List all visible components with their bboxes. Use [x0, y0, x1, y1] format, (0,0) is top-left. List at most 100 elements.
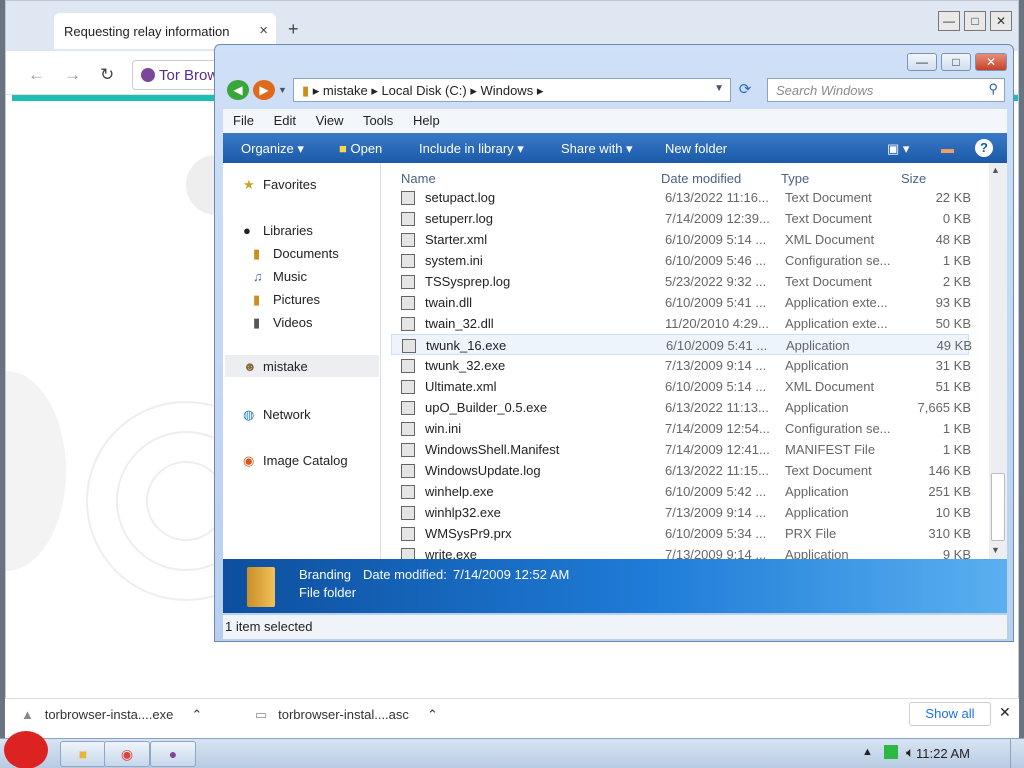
clock[interactable]: 11:22 AM: [916, 746, 970, 761]
back-icon[interactable]: ←: [28, 65, 45, 85]
taskbar-chrome[interactable]: ◉: [104, 741, 150, 767]
recent-pages-icon[interactable]: ▼: [278, 85, 287, 95]
column-date-modified[interactable]: Date modified: [661, 171, 741, 186]
scroll-up-icon[interactable]: ▲: [991, 165, 1000, 175]
column-size[interactable]: Size: [901, 171, 926, 186]
explorer-maximize-button[interactable]: □: [941, 53, 971, 71]
nav-pictures[interactable]: ▮ Pictures: [253, 292, 320, 308]
nav-music[interactable]: ♫ Music: [253, 269, 307, 284]
forward-icon[interactable]: →: [64, 65, 81, 85]
menu-tools[interactable]: Tools: [363, 113, 393, 128]
file-type: Application exte...: [785, 295, 888, 310]
new-tab-button[interactable]: +: [288, 19, 299, 40]
forward-arrow-icon[interactable]: ▶: [253, 80, 275, 100]
file-icon: [401, 296, 415, 310]
nav-network[interactable]: ◍ Network: [243, 407, 311, 423]
close-button[interactable]: ✕: [990, 11, 1012, 31]
table-row[interactable]: Starter.xml 6/10/2009 5:14 ... XML Documen…: [391, 229, 971, 250]
nav-videos[interactable]: ▮ Videos: [253, 315, 313, 331]
view-options-icon[interactable]: ▣ ▾: [887, 141, 909, 157]
help-icon[interactable]: ?: [975, 139, 993, 157]
menu-help[interactable]: Help: [413, 113, 440, 128]
taskbar-explorer[interactable]: ■: [60, 741, 106, 767]
table-row[interactable]: winhelp.exe 6/10/2009 5:42 ... Application…: [391, 481, 971, 502]
address-dropdown-icon[interactable]: ▼: [714, 83, 724, 94]
file-type: Configuration se...: [785, 253, 891, 268]
column-name[interactable]: Name: [401, 171, 436, 186]
breadcrumb-local-disk[interactable]: Local Disk (C:): [381, 83, 466, 98]
open-button[interactable]: ■ Open: [339, 141, 382, 156]
decor-shape: [6, 371, 66, 571]
explorer-minimize-button[interactable]: —: [907, 53, 937, 71]
download-item-exe[interactable]: ▲ torbrowser-insta....exe ⌃: [21, 707, 202, 723]
nav-image-catalog[interactable]: ◉ Image Catalog: [243, 453, 348, 469]
table-row[interactable]: twain_32.dll 11/20/2010 4:29... Applicatio…: [391, 313, 971, 334]
taskbar-tor[interactable]: ●: [150, 741, 196, 767]
column-type[interactable]: Type: [781, 171, 809, 186]
tray-expand-icon[interactable]: ▲: [862, 746, 873, 758]
network-icon: ◍: [243, 407, 255, 422]
file-icon: [401, 254, 415, 268]
nav-mistake[interactable]: ☻ mistake: [225, 355, 379, 377]
image-catalog-icon: ◉: [243, 453, 255, 468]
file-icon: [401, 212, 415, 226]
search-input[interactable]: Search Windows ⚲: [767, 78, 1005, 102]
vertical-scrollbar[interactable]: ▲ ▼: [989, 163, 1007, 559]
breadcrumb-windows[interactable]: Windows: [480, 83, 533, 98]
table-row[interactable]: setuperr.log 7/14/2009 12:39... Text Docum…: [391, 208, 971, 229]
start-button[interactable]: [4, 731, 48, 768]
table-row[interactable]: WindowsUpdate.log 6/13/2022 11:15... Text …: [391, 460, 971, 481]
table-row[interactable]: Ultimate.xml 6/10/2009 5:14 ... XML Docume…: [391, 376, 971, 397]
menu-file[interactable]: File: [233, 113, 254, 128]
include-in-library-button[interactable]: Include in library ▾: [419, 141, 524, 157]
back-arrow-icon[interactable]: ◀: [227, 80, 249, 100]
search-icon[interactable]: ⚲: [988, 81, 998, 97]
minimize-button[interactable]: —: [938, 11, 960, 31]
detail-date-value: 7/14/2009 12:52 AM: [453, 567, 570, 582]
file-size: 1 KB: [942, 442, 971, 457]
table-row[interactable]: twain.dll 6/10/2009 5:41 ... Application e…: [391, 292, 971, 313]
file-size: 2 KB: [942, 274, 971, 289]
reload-icon[interactable]: ↻: [100, 65, 114, 85]
tray-network-icon[interactable]: [884, 745, 898, 759]
refresh-icon[interactable]: ⟳: [735, 80, 755, 100]
table-row[interactable]: win.ini 7/14/2009 12:54... Configuration s…: [391, 418, 971, 439]
tab-close-icon[interactable]: ×: [259, 22, 268, 39]
table-row[interactable]: write.exe 7/13/2009 9:14 ... Application 9 …: [391, 544, 971, 559]
table-row[interactable]: WindowsShell.Manifest 7/14/2009 12:41... M…: [391, 439, 971, 460]
nav-documents[interactable]: ▮ Documents: [253, 246, 339, 262]
file-date: 11/20/2010 4:29...: [665, 316, 769, 331]
table-row[interactable]: TSSysprep.log 5/23/2022 9:32 ... Text Docu…: [391, 271, 971, 292]
close-downloads-icon[interactable]: ✕: [999, 704, 1011, 721]
table-row[interactable]: system.ini 6/10/2009 5:46 ... Configuratio…: [391, 250, 971, 271]
table-row[interactable]: winhlp32.exe 7/13/2009 9:14 ... Applicatio…: [391, 502, 971, 523]
table-row[interactable]: WMSysPr9.prx 6/10/2009 5:34 ... PRX File 31…: [391, 523, 971, 544]
volume-icon[interactable]: 🔈︎: [906, 744, 914, 761]
file-date: 7/13/2009 9:14 ...: [665, 358, 767, 373]
breadcrumb-mistake[interactable]: mistake: [323, 83, 368, 98]
preview-pane-icon[interactable]: ▬: [941, 141, 954, 156]
show-desktop-button[interactable]: [1010, 739, 1024, 768]
new-folder-button[interactable]: New folder: [665, 141, 727, 156]
maximize-button[interactable]: □: [964, 11, 986, 31]
table-row[interactable]: upO_Builder_0.5.exe 6/13/2022 11:13... App…: [391, 397, 971, 418]
nav-favorites[interactable]: ★ Favorites: [243, 177, 316, 193]
file-type: Application: [785, 400, 849, 415]
table-row[interactable]: twunk_16.exe 6/10/2009 5:41 ... Applicatio…: [391, 334, 972, 355]
download-item-asc[interactable]: ▭ torbrowser-instal....asc ⌃: [255, 707, 438, 723]
table-row[interactable]: twunk_32.exe 7/13/2009 9:14 ... Applicatio…: [391, 355, 971, 376]
share-with-button[interactable]: Share with ▾: [561, 141, 633, 157]
explorer-close-button[interactable]: ✕: [975, 53, 1007, 71]
file-name: twunk_32.exe: [425, 358, 506, 373]
scroll-thumb[interactable]: [991, 473, 1005, 541]
file-name: win.ini: [425, 421, 462, 436]
table-row[interactable]: setupact.log 6/13/2022 11:16... Text Docum…: [391, 187, 971, 208]
menu-edit[interactable]: Edit: [274, 113, 296, 128]
organize-button[interactable]: Organize ▾: [241, 141, 304, 157]
file-size: 1 KB: [942, 421, 971, 436]
menu-view[interactable]: View: [316, 113, 344, 128]
show-all-button[interactable]: Show all: [909, 702, 991, 726]
nav-libraries[interactable]: ● Libraries: [243, 223, 313, 238]
address-bar[interactable]: ▮ ▸ mistake ▸ Local Disk (C:) ▸ Windows …: [293, 78, 731, 102]
scroll-down-icon[interactable]: ▼: [991, 545, 1000, 555]
